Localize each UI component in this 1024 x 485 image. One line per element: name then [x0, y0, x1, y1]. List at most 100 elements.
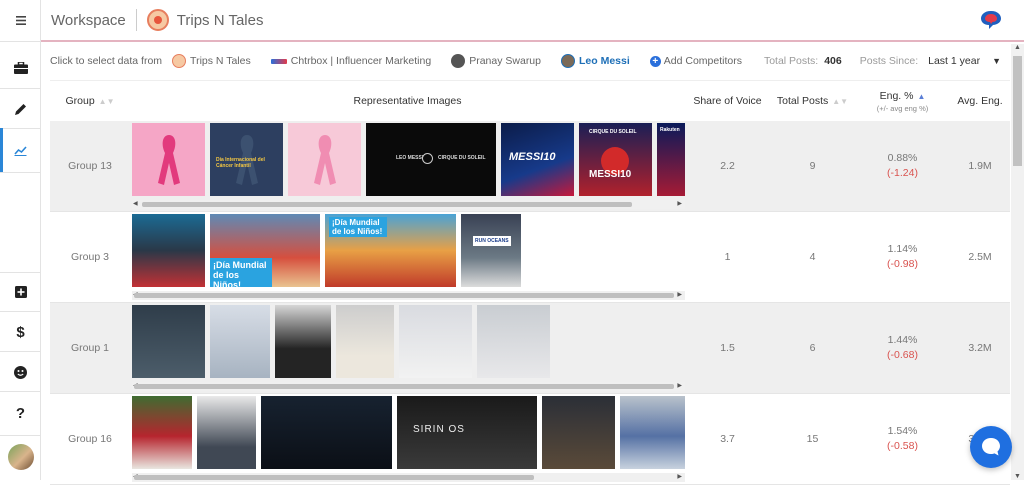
engagement-pct: 1.14%	[887, 243, 918, 255]
source-chip-trips-n-tales[interactable]: Trips N Tales	[172, 54, 251, 68]
post-thumbnail[interactable]	[132, 304, 205, 378]
table-row[interactable]: Group 3 ¡Día Mundial de los Niños! ¡Día …	[50, 212, 1010, 303]
add-competitors-button[interactable]: + Add Competitors	[649, 55, 742, 67]
messi-avatar-icon	[561, 54, 575, 68]
header-label: Share of Voice	[693, 95, 762, 107]
avatar	[7, 444, 34, 470]
header-group[interactable]: Group ▲▼	[50, 95, 130, 107]
post-thumbnail[interactable]: RUN OCEANS	[461, 213, 521, 287]
post-thumbnail[interactable]: Día Internacional del Cáncer Infantil	[210, 122, 283, 196]
source-chip-leo-messi[interactable]: Leo Messi	[561, 54, 630, 68]
post-thumbnail[interactable]: Rakuten	[657, 122, 685, 196]
vertical-scrollbar[interactable]: ▲ ▼	[1011, 44, 1024, 480]
post-thumbnail[interactable]	[275, 304, 331, 378]
scroll-thumb[interactable]	[134, 292, 674, 298]
post-thumbnail[interactable]	[288, 122, 361, 196]
engagement-cell: 0.88% (-1.24)	[855, 151, 950, 181]
post-thumbnail[interactable]: CIRQUE DU SOLEIL MESSI10	[579, 122, 652, 196]
nav-billing[interactable]: $	[0, 313, 41, 351]
post-thumbnail[interactable]: LEO MESSI CIRQUE DU SOLEIL	[366, 122, 496, 196]
share-of-voice: 1	[724, 251, 731, 263]
horizontal-scrollbar[interactable]: ◀ ▶	[132, 290, 685, 300]
thumb-caption: ¡Día Mundial de los Niños!	[210, 257, 272, 287]
post-thumbnail[interactable]	[261, 395, 392, 469]
horizontal-scrollbar[interactable]: ◀ ▶	[132, 472, 685, 482]
nav-feedback[interactable]	[0, 353, 41, 391]
app-logo-icon[interactable]	[980, 10, 1002, 30]
posts-since-value: Last 1 year	[928, 55, 981, 67]
thumb-caption: SIRIN OS	[413, 423, 465, 435]
post-thumbnail[interactable]: MESSI10	[501, 122, 574, 196]
briefcase-icon	[13, 62, 28, 74]
header-label: Group	[65, 95, 95, 107]
sort-icon: ▲▼	[832, 97, 849, 106]
brand-name[interactable]: Trips N Tales	[177, 12, 264, 29]
header-label: Eng. %	[879, 89, 914, 102]
header-total-posts[interactable]: Total Posts ▲▼	[770, 95, 855, 107]
scroll-left-icon[interactable]: ◀	[133, 200, 138, 207]
source-label: Trips N Tales	[190, 55, 251, 67]
post-thumbnail[interactable]	[542, 395, 615, 469]
workspace-label[interactable]: Workspace	[51, 12, 126, 29]
source-chip-pranay-swarup[interactable]: Pranay Swarup	[451, 54, 541, 68]
nav-analytics[interactable]	[0, 128, 41, 172]
source-chip-chtrbox[interactable]: Chtrbox | Influencer Marketing	[270, 55, 431, 67]
scroll-thumb[interactable]	[134, 383, 674, 389]
scroll-thumb[interactable]	[1013, 56, 1022, 166]
nav-help[interactable]: ?	[0, 393, 41, 433]
post-thumbnail[interactable]	[210, 304, 270, 378]
thumb-caption: CIRQUE DU SOLEIL	[589, 128, 637, 135]
post-thumbnail[interactable]	[620, 395, 685, 469]
divider	[135, 9, 137, 31]
scroll-right-icon[interactable]: ▶	[677, 200, 682, 207]
scroll-up-icon[interactable]: ▲	[1014, 44, 1021, 51]
thumb-caption: MESSI10	[509, 150, 556, 163]
header-sov[interactable]: Share of Voice	[685, 95, 770, 107]
post-thumbnail[interactable]	[132, 213, 205, 287]
nav-edit[interactable]	[0, 90, 41, 128]
post-thumbnail[interactable]: ¡Día Mundial de los Niños!	[210, 213, 320, 287]
header-eng[interactable]: Eng. % ▲ (+/- avg eng %)	[855, 90, 950, 113]
thumb-caption: Día Internacional del Cáncer Infantil	[216, 156, 265, 169]
share-of-voice: 3.7	[720, 433, 735, 445]
brand-logo-icon	[146, 9, 169, 31]
avg-engagement: 2.5M	[968, 251, 992, 263]
post-thumbnail[interactable]: ¡Día Mundial de los Niños!	[325, 213, 456, 287]
post-thumbnail[interactable]	[197, 395, 256, 469]
nav-add[interactable]	[0, 275, 41, 309]
ribbon-icon	[157, 134, 180, 185]
post-thumbnail[interactable]	[336, 304, 394, 378]
sort-icon: ▲▼	[98, 97, 115, 106]
total-posts: 9	[809, 160, 816, 172]
table-row[interactable]: Group 13 Día Internacional del Cáncer In…	[50, 121, 1010, 212]
filter-bar: Click to select data from Trips N Tales …	[41, 44, 1011, 78]
horizontal-scrollbar[interactable]: ◀ ▶	[132, 381, 685, 391]
scroll-right-icon[interactable]: ▶	[677, 382, 682, 389]
scroll-right-icon[interactable]: ▶	[677, 473, 682, 480]
hamburger-icon	[15, 16, 26, 25]
chat-launcher-button[interactable]	[970, 426, 1012, 468]
header-avg-eng[interactable]: Avg. Eng.	[950, 95, 1010, 107]
post-thumbnail[interactable]	[477, 304, 550, 378]
horizontal-scrollbar[interactable]: ◀ ▶	[132, 199, 685, 209]
posts-since-dropdown[interactable]: Last 1 year ▼	[928, 55, 1001, 67]
scroll-down-icon[interactable]: ▼	[1014, 473, 1021, 480]
nav-workspace[interactable]	[0, 48, 41, 88]
total-posts: 6	[809, 342, 816, 354]
post-thumbnail[interactable]	[399, 304, 472, 378]
post-thumbnail[interactable]: SIRIN OS	[397, 395, 537, 469]
scroll-thumb[interactable]	[134, 474, 534, 480]
total-posts-label: Total Posts:	[763, 55, 819, 67]
scroll-thumb[interactable]	[142, 201, 632, 207]
post-thumbnail[interactable]	[132, 122, 205, 196]
total-posts: 4	[809, 251, 816, 263]
post-thumbnail[interactable]	[132, 395, 192, 469]
engagement-delta: (-0.98)	[887, 258, 918, 270]
groups-table: Group ▲▼ Representative Images Share of V…	[50, 80, 1010, 485]
scroll-right-icon[interactable]: ▶	[677, 291, 682, 298]
user-profile[interactable]	[0, 442, 41, 472]
table-row[interactable]: Group 16 SIRIN OS ◀ ▶ 3.7 15 1.54% (-0.	[50, 394, 1010, 485]
thumb-caption: CIRQUE DU SOLEIL	[438, 154, 486, 161]
table-row[interactable]: Group 1 ◀ ▶ 1.5 6 1.44% (-0.68) 3.2M	[50, 303, 1010, 394]
menu-button[interactable]	[0, 0, 41, 42]
